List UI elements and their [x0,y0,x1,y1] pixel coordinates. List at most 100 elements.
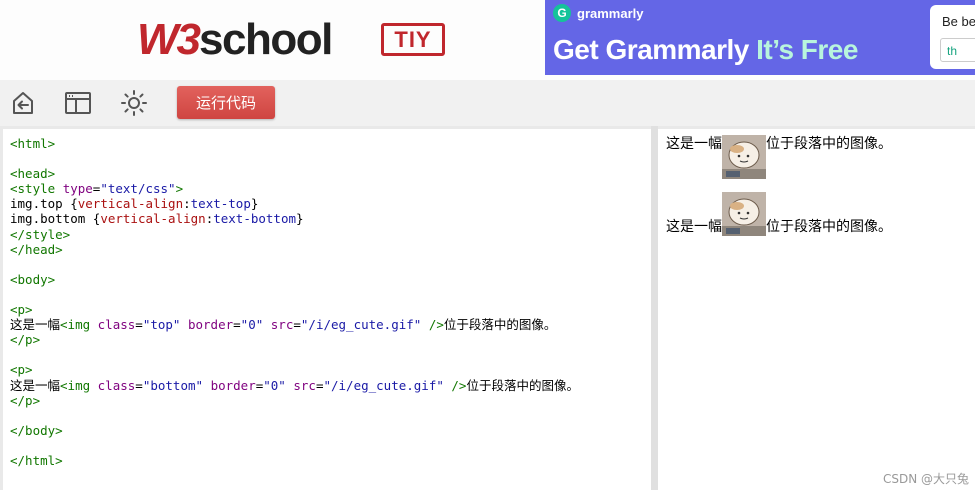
code-line[interactable]: </body> [10,423,579,438]
ad-headline-main: Get Grammarly [553,34,757,65]
result-text-after: 位于段落中的图像。 [766,219,892,235]
code-token: vertical-align [77,196,184,212]
code-token: text-bottom [213,211,297,227]
code-line[interactable]: </p> [10,393,579,408]
code-token: } [250,196,259,212]
code-token: text-top [190,196,251,212]
code-token: { [70,196,78,212]
ad-preview-card: Be be th [930,5,975,69]
code-token: 位于段落中的图像。 [443,317,557,333]
code-token: type [62,181,93,197]
code-line[interactable]: 这是一幅<img class="bottom" border="0" src="… [10,378,579,393]
code-line[interactable]: img.bottom {vertical-align:text-bottom} [10,211,579,226]
code-token: <p> [10,362,33,378]
code-line[interactable]: 这是一幅<img class="top" border="0" src="/i/… [10,317,579,332]
code-line[interactable]: <style type="text/css"> [10,181,579,196]
code-token: } [296,211,304,227]
code-line[interactable]: <html> [10,136,579,151]
back-icon[interactable] [8,88,38,118]
ad-headline: Get Grammarly It’s Free [553,34,858,66]
code-token: 这是一幅 [10,317,61,333]
code-token: </p> [10,332,41,348]
ad-headline-accent: It’s Free [756,34,858,65]
result-preview: 这是一幅 位于段落中的图像。 这是一幅 位于段落中的图像。 CSDN @大只兔 [658,129,975,490]
code-line[interactable]: </html> [10,453,579,468]
code-token: border [187,317,234,333]
code-line[interactable]: </p> [10,332,579,347]
code-token: </p> [10,392,41,408]
code-line[interactable]: </style> [10,227,579,242]
layout-icon[interactable] [63,88,93,118]
code-token: = [293,317,301,333]
code-token: border [210,377,256,393]
code-token: <img [60,317,98,333]
grammarly-logo-icon: G [553,4,571,22]
code-token: <body> [10,271,56,287]
result-text-after: 位于段落中的图像。 [766,136,892,152]
code-line[interactable] [10,151,579,166]
code-editor[interactable]: <html> <head> <style type="text/css"> img.… [3,129,651,490]
code-token: > [175,181,184,197]
code-token: "/i/eg_cute.gif" [323,377,452,393]
cute-image-bottom [722,192,766,236]
editor-toolbar: 运行代码 [0,80,975,126]
result-text-before: 这是一幅 [666,219,722,235]
code-token: = [135,377,143,393]
ad-card-box: th [940,38,975,62]
code-token: <p> [10,302,33,318]
cute-image-top [722,135,766,179]
code-token: 这是一幅 [10,377,61,393]
code-line[interactable]: <p> [10,362,579,377]
editor-workspace: <html> <head> <style type="text/css"> img.… [0,126,975,490]
code-token: src [293,377,316,393]
code-token: vertical-align [100,211,206,227]
code-token: /> [428,317,444,333]
w3school-logo[interactable]: W3 school [137,15,333,64]
code-token: <style [10,181,63,197]
code-line[interactable]: <p> [10,302,579,317]
code-token: img.top [10,196,71,212]
code-line[interactable]: </head> [10,242,579,257]
csdn-watermark: CSDN @大只兔 [882,472,969,486]
tiy-badge: TIY [381,23,445,56]
code-token: /> [451,377,467,393]
grammarly-ad-banner[interactable]: G grammarly Get Grammarly It’s Free Be b… [545,0,975,75]
code-line[interactable] [10,408,579,423]
ad-brand: G grammarly [553,4,643,22]
code-token: class [97,377,136,393]
logo-w3: W3 [137,15,201,64]
code-token: <head> [10,166,56,182]
pane-divider[interactable] [651,126,658,490]
code-token: <html> [10,136,56,151]
code-token: = [233,317,241,333]
code-line[interactable]: <body> [10,272,579,287]
code-token: src [270,317,294,333]
code-token: "top" [142,317,188,333]
code-line[interactable] [10,257,579,272]
code-token: img.bottom [10,211,93,227]
code-token: <img [60,377,98,393]
result-text-before: 这是一幅 [666,136,722,152]
result-paragraph-top: 这是一幅 位于段落中的图像。 [666,135,892,179]
code-token: "0" [263,377,294,393]
code-line[interactable]: <head> [10,166,579,181]
code-token: </html> [10,452,63,468]
run-code-button[interactable]: 运行代码 [177,86,275,119]
code-token: class [97,317,136,333]
code-token: 位于段落中的图像。 [466,377,579,393]
code-token: "/i/eg_cute.gif" [300,317,429,333]
site-header: W3 school TIY G grammarly Get Grammarly I… [0,0,975,80]
code-line[interactable]: img.top {vertical-align:text-top} [10,196,579,211]
code-line[interactable] [10,287,579,302]
code-line[interactable] [10,347,579,362]
code-token: "text/css" [100,181,176,197]
code-content[interactable]: <html> <head> <style type="text/css"> img.… [10,136,579,468]
code-token: </body> [10,422,63,438]
code-token: </style> [10,226,71,242]
code-token: = [135,317,143,333]
code-token: : [183,196,191,212]
code-token: "bottom" [142,377,211,393]
theme-brightness-icon[interactable] [119,88,149,118]
code-line[interactable] [10,438,579,453]
code-token: </head> [10,241,63,257]
